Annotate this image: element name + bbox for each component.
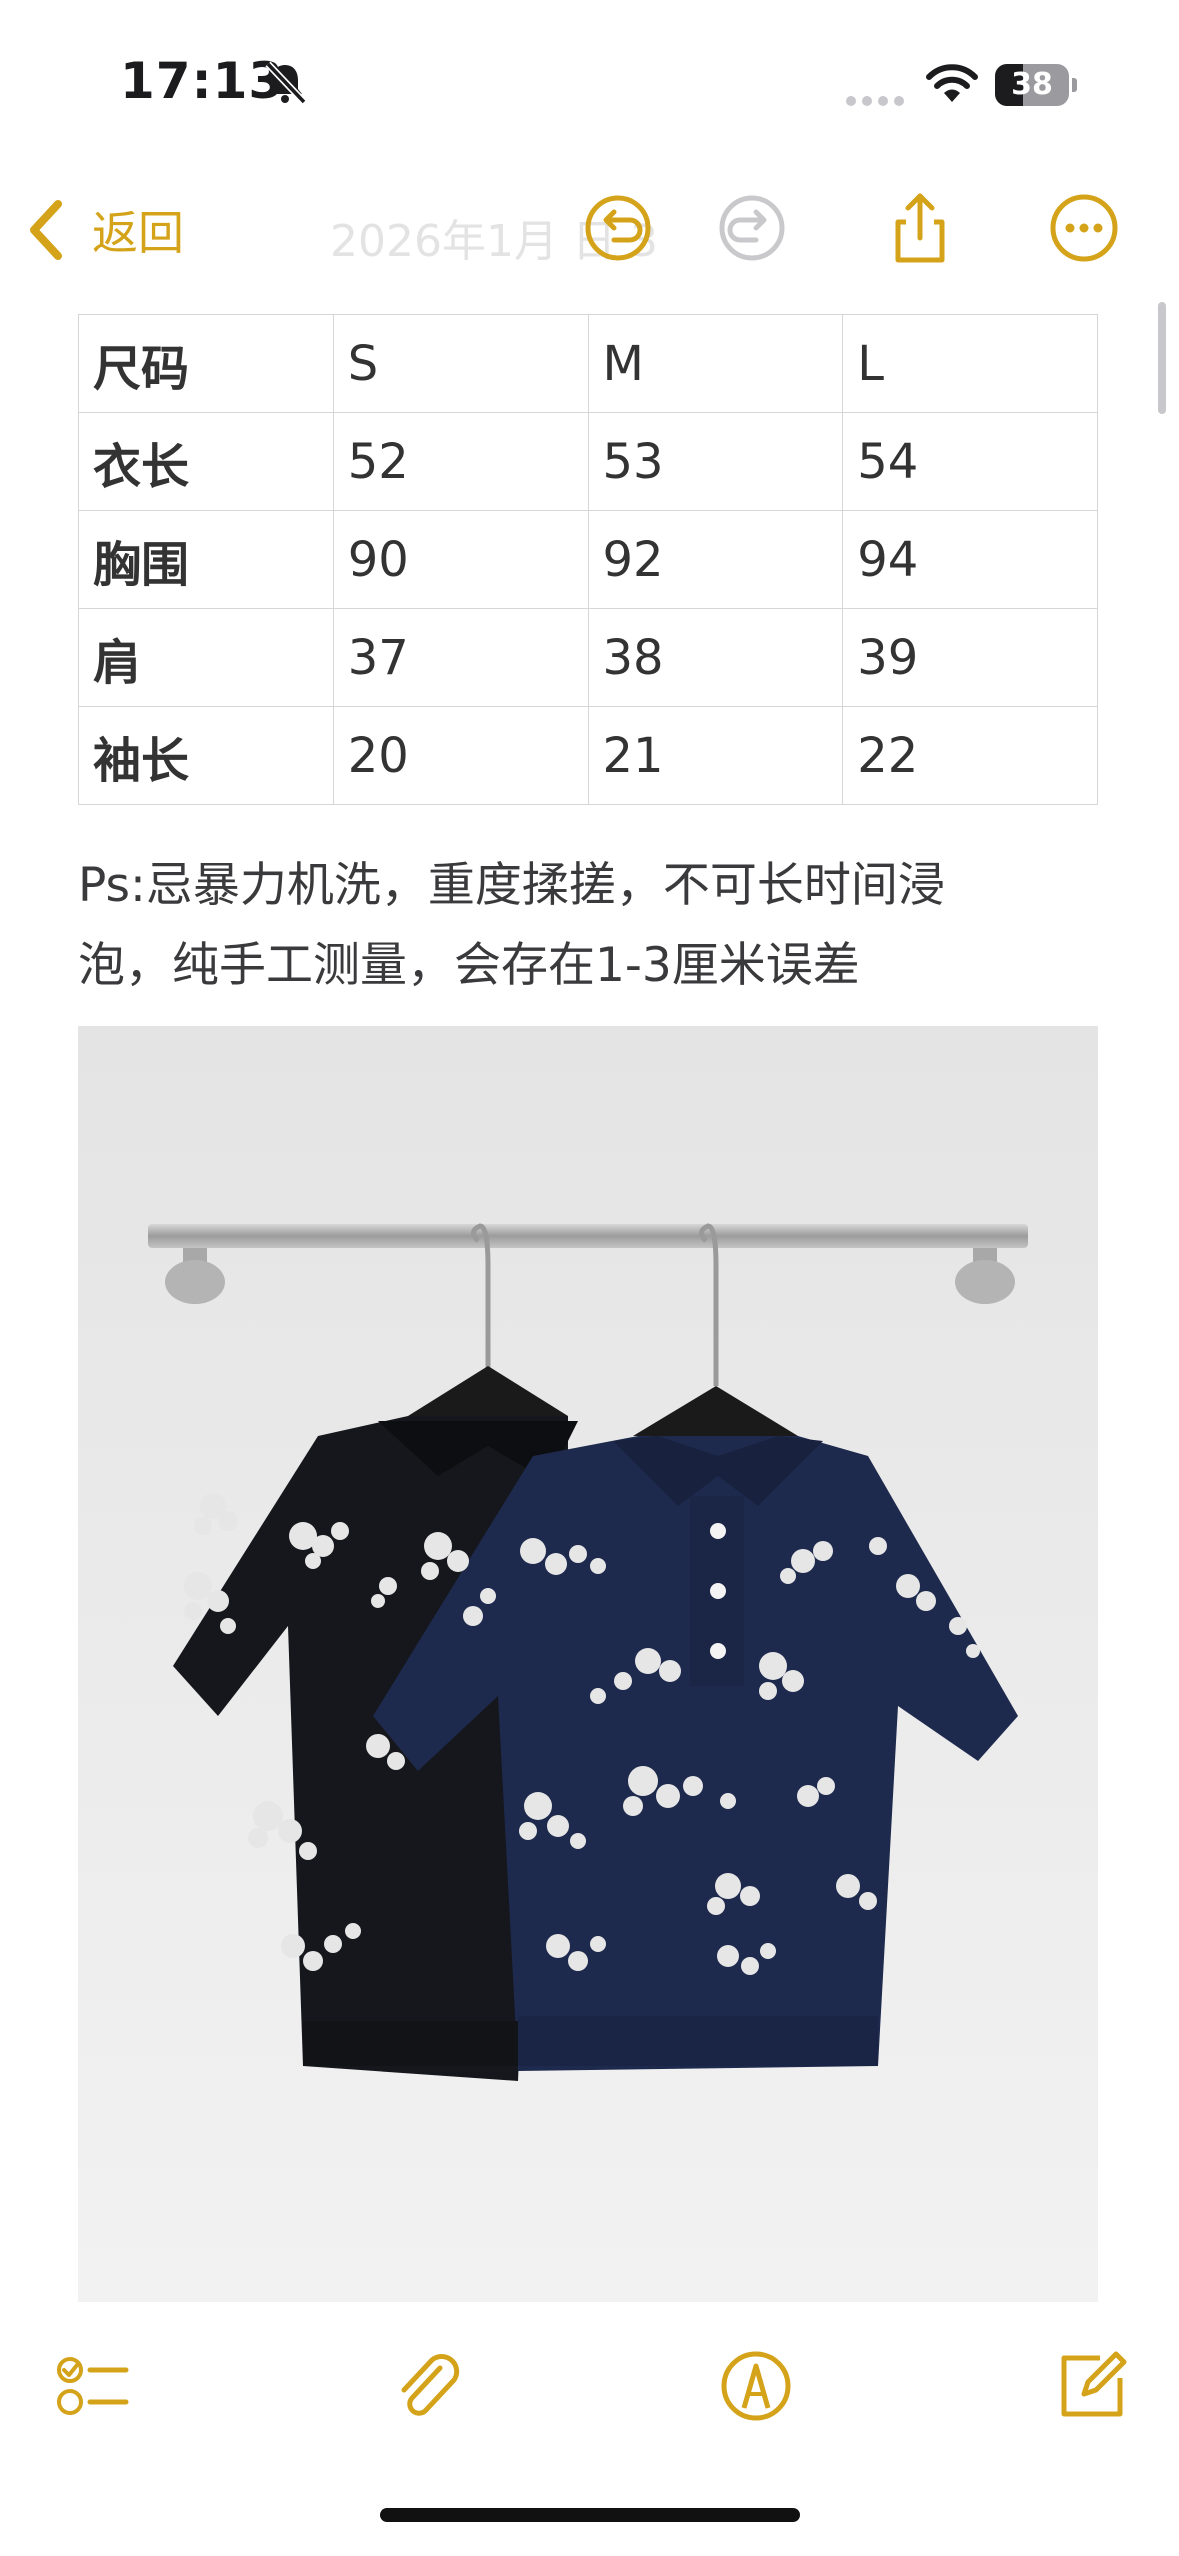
battery-level: 38 bbox=[1011, 67, 1053, 102]
table-cell: 尺码 bbox=[78, 314, 334, 413]
home-indicator[interactable] bbox=[380, 2508, 800, 2522]
table-cell: 胸围 bbox=[78, 510, 334, 609]
table-cell: 52 bbox=[332, 412, 589, 511]
scroll-indicator[interactable] bbox=[1158, 302, 1166, 414]
chevron-left-icon bbox=[30, 200, 62, 260]
table-cell: M bbox=[587, 314, 844, 413]
undo-icon[interactable] bbox=[578, 188, 658, 268]
status-time: 17:13 bbox=[120, 52, 285, 110]
status-bar: 17:13 38 bbox=[0, 0, 1179, 170]
paperclip-icon[interactable] bbox=[388, 2346, 468, 2426]
notes-screen: 17:13 38 返回 2026年1月 日 3 尺码 S M L 衣长 52 5… bbox=[0, 0, 1179, 2556]
table-cell: 54 bbox=[842, 412, 1098, 511]
table-cell: 92 bbox=[587, 510, 844, 609]
note-line: 泡，纯手工测量，会存在1-3厘米误差 bbox=[78, 938, 860, 993]
battery-icon: 38 bbox=[995, 64, 1077, 106]
bottom-toolbar bbox=[0, 2310, 1179, 2470]
wifi-icon bbox=[926, 64, 978, 102]
cellular-signal-icon bbox=[846, 96, 904, 106]
battery-tip bbox=[1072, 78, 1077, 92]
product-photo[interactable] bbox=[78, 1026, 1098, 2302]
table-cell: 53 bbox=[587, 412, 844, 511]
table-cell: 22 bbox=[842, 706, 1098, 805]
table-row: 尺码 S M L bbox=[78, 314, 1098, 413]
table-row: 胸围 90 92 94 bbox=[78, 510, 1098, 609]
nav-bar: 返回 2026年1月 日 3 bbox=[0, 170, 1179, 290]
table-cell: 37 bbox=[332, 608, 589, 707]
size-table: 尺码 S M L 衣长 52 53 54 胸围 90 92 94 肩 37 38 bbox=[78, 314, 1098, 805]
product-photo-illustration bbox=[78, 1026, 1098, 2302]
note-line: Ps:忌暴力机洗，重度揉搓，不可长时间浸 bbox=[78, 858, 945, 913]
table-cell: L bbox=[842, 314, 1098, 413]
more-icon[interactable] bbox=[1044, 188, 1124, 268]
back-button[interactable]: 返回 bbox=[24, 190, 184, 270]
table-cell: 94 bbox=[842, 510, 1098, 609]
checklist-icon[interactable] bbox=[52, 2346, 132, 2426]
table-cell: 39 bbox=[842, 608, 1098, 707]
table-cell: S bbox=[332, 314, 589, 413]
table-cell: 20 bbox=[332, 706, 589, 805]
back-label: 返回 bbox=[92, 206, 184, 260]
table-cell: 衣长 bbox=[78, 412, 334, 511]
table-cell: 21 bbox=[587, 706, 844, 805]
table-cell: 38 bbox=[587, 608, 844, 707]
redo-icon[interactable] bbox=[712, 188, 792, 268]
battery-body: 38 bbox=[995, 64, 1069, 106]
table-row: 衣长 52 53 54 bbox=[78, 412, 1098, 511]
bell-slash-icon bbox=[265, 61, 307, 105]
share-icon[interactable] bbox=[880, 188, 960, 268]
table-row: 肩 37 38 39 bbox=[78, 608, 1098, 707]
note-text[interactable]: Ps:忌暴力机洗，重度揉搓，不可长时间浸 泡，纯手工测量，会存在1-3厘米误差 bbox=[78, 846, 1088, 1006]
table-cell: 袖长 bbox=[78, 706, 334, 805]
table-row: 袖长 20 21 22 bbox=[78, 706, 1098, 805]
table-cell: 90 bbox=[332, 510, 589, 609]
compose-icon[interactable] bbox=[1052, 2346, 1132, 2426]
table-cell: 肩 bbox=[78, 608, 334, 707]
markup-icon[interactable] bbox=[716, 2346, 796, 2426]
